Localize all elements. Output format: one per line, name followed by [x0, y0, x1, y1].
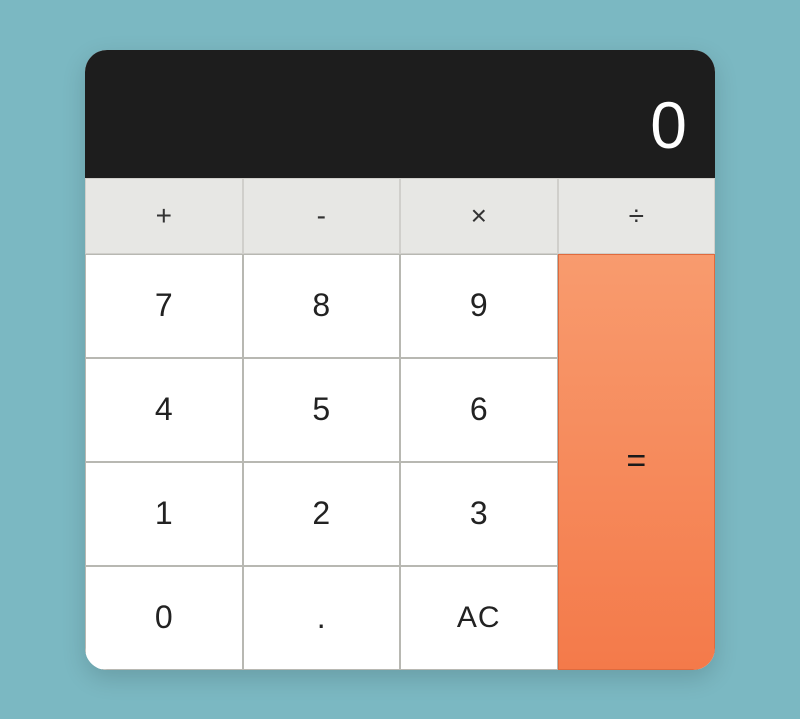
digit-8-button[interactable]: 8	[243, 254, 401, 358]
digit-7-button[interactable]: 7	[85, 254, 243, 358]
operator-row: + - × ÷	[85, 178, 715, 254]
digit-9-button[interactable]: 9	[400, 254, 558, 358]
display: 0	[85, 50, 715, 178]
digit-1-button[interactable]: 1	[85, 462, 243, 566]
digit-2-button[interactable]: 2	[243, 462, 401, 566]
digit-5-button[interactable]: 5	[243, 358, 401, 462]
digit-0-button[interactable]: 0	[85, 566, 243, 670]
display-value: 0	[650, 92, 687, 158]
digit-3-button[interactable]: 3	[400, 462, 558, 566]
digit-4-button[interactable]: 4	[85, 358, 243, 462]
equals-button[interactable]: =	[558, 254, 716, 670]
multiply-button[interactable]: ×	[400, 178, 558, 254]
divide-button[interactable]: ÷	[558, 178, 716, 254]
subtract-button[interactable]: -	[243, 178, 401, 254]
digit-6-button[interactable]: 6	[400, 358, 558, 462]
keypad: 7 8 9 = 4 5 6 1 2 3 0 . AC	[85, 254, 715, 670]
add-button[interactable]: +	[85, 178, 243, 254]
clear-button[interactable]: AC	[400, 566, 558, 670]
calculator: 0 + - × ÷ 7 8 9 = 4 5 6 1 2 3 0 . AC	[85, 50, 715, 670]
decimal-button[interactable]: .	[243, 566, 401, 670]
